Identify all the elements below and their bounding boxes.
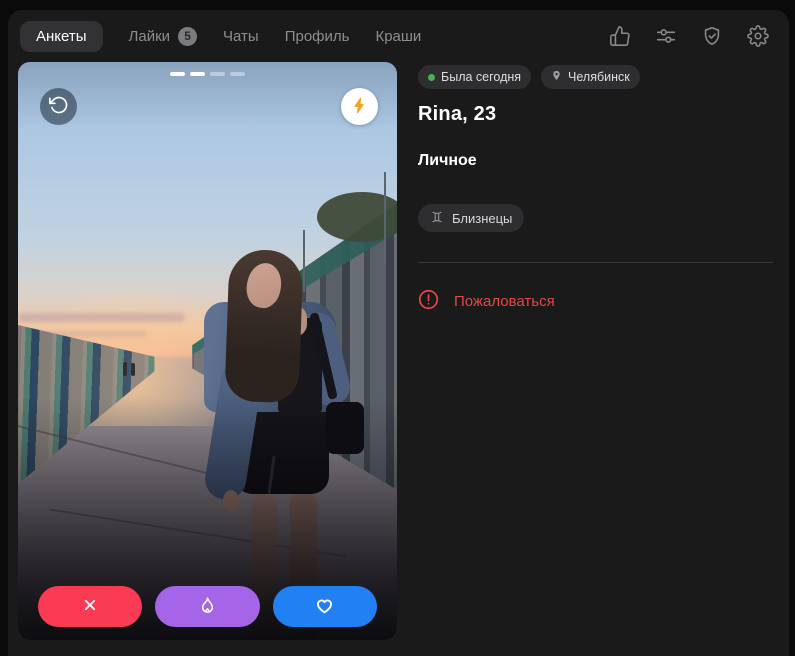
undo-rotate-button[interactable] xyxy=(40,88,77,125)
city-label: Челябинск xyxy=(568,70,630,84)
settings-gear-icon[interactable] xyxy=(747,25,769,47)
tab-ankety[interactable]: Анкеты xyxy=(20,20,103,52)
dating-app-window: Анкеты Лайки 5 Чаты Профиль Краши Была с… xyxy=(0,0,795,656)
flame-icon xyxy=(197,595,218,619)
tab-crushes[interactable]: Краши xyxy=(375,28,421,45)
nav-tabs: Анкеты Лайки 5 Чаты Профиль Краши xyxy=(20,20,421,52)
tab-chats[interactable]: Чаты xyxy=(223,28,259,45)
last-seen-label: Была сегодня xyxy=(441,70,522,84)
indicator-dash xyxy=(190,72,205,76)
profile-photo-card[interactable] xyxy=(18,62,397,640)
tab-likes-label: Лайки xyxy=(128,27,171,45)
rotate-ccw-icon xyxy=(48,95,69,118)
likes-count-badge: 5 xyxy=(178,26,198,46)
heart-icon xyxy=(314,595,335,619)
tab-profile[interactable]: Профиль xyxy=(285,28,350,45)
warning-circle-icon xyxy=(418,289,439,314)
indicator-dash xyxy=(230,72,245,76)
superlike-button[interactable] xyxy=(155,586,260,627)
last-seen-badge: Была сегодня xyxy=(418,65,532,89)
photo-carousel-indicators[interactable] xyxy=(18,72,397,76)
location-pin-icon xyxy=(551,69,562,85)
indicator-dash xyxy=(170,72,185,76)
swipe-action-bar xyxy=(38,586,377,627)
main-panel: Анкеты Лайки 5 Чаты Профиль Краши Была с… xyxy=(8,10,789,656)
photo-vignette-overlay xyxy=(18,62,397,640)
gemini-zodiac-icon xyxy=(430,210,444,227)
shield-check-icon[interactable] xyxy=(701,25,723,47)
profile-name-age: Rina, 23 xyxy=(418,103,497,125)
section-title-personal: Личное xyxy=(418,152,477,169)
divider xyxy=(418,262,773,263)
city-badge: Челябинск xyxy=(541,65,640,89)
online-dot-icon xyxy=(428,73,435,81)
nav-icon-group xyxy=(609,25,769,47)
status-chips-row: Была сегодня Челябинск xyxy=(418,65,773,89)
tab-likes[interactable]: Лайки 5 xyxy=(128,26,198,46)
report-link[interactable]: Пожаловаться xyxy=(418,289,773,314)
profile-details: Была сегодня Челябинск Rina, 23 Личное Б… xyxy=(418,60,773,314)
like-button[interactable] xyxy=(272,586,377,627)
zodiac-tag-chip: Близнецы xyxy=(418,204,525,232)
zodiac-label: Близнецы xyxy=(452,210,513,226)
indicator-dash xyxy=(210,72,225,76)
close-x-icon xyxy=(80,595,100,618)
boost-lightning-icon xyxy=(350,96,369,118)
top-nav: Анкеты Лайки 5 Чаты Профиль Краши xyxy=(8,10,789,62)
filters-icon[interactable] xyxy=(655,25,677,47)
boost-button[interactable] xyxy=(341,88,378,125)
dislike-button[interactable] xyxy=(38,586,143,627)
like-icon[interactable] xyxy=(609,25,631,47)
report-label: Пожаловаться xyxy=(454,293,555,310)
